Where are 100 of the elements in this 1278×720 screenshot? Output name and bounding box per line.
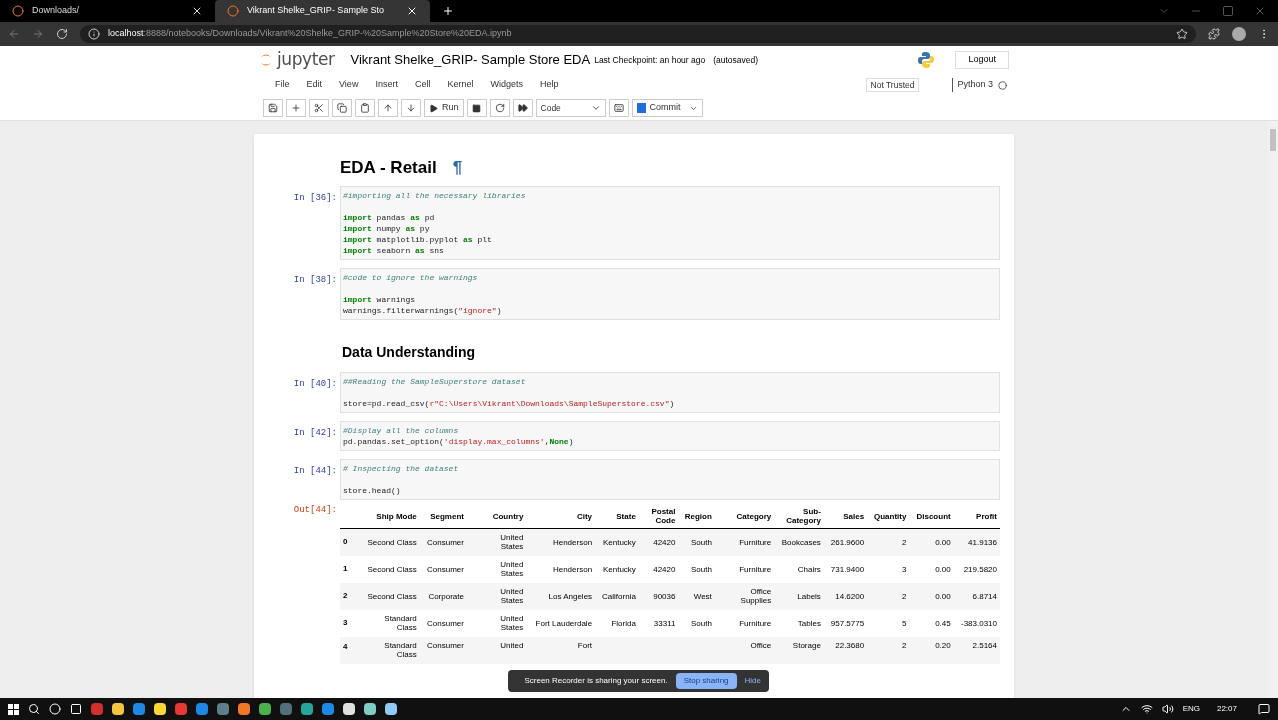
table-cell-text: Second Class [366, 537, 417, 547]
chevron-down-icon [590, 103, 601, 113]
column-header: Quantity [874, 511, 907, 521]
arrow-up-icon [383, 103, 393, 113]
search-icon[interactable] [28, 703, 40, 715]
menu-item[interactable]: Kernel [447, 78, 474, 92]
menu-item[interactable]: Help [539, 78, 559, 92]
taskbar-app-icon[interactable] [364, 703, 376, 715]
input-language[interactable]: ENG [1182, 703, 1200, 715]
hide-button[interactable]: Hide [744, 675, 761, 687]
notebook-title[interactable]: Vikrant Shelke_GRIP- Sample Store EDA [350, 50, 591, 70]
stop-icon [472, 103, 481, 113]
save-button[interactable] [263, 99, 283, 117]
table-cell: Florida [611, 618, 636, 628]
restart-icon [494, 103, 505, 113]
notifications-icon[interactable] [1258, 703, 1270, 715]
jupyter-logo-text[interactable]: jupyter [277, 47, 335, 73]
address-bar[interactable]: localhost:8888/notebooks/Downloads/Vikrant%20Shelke_GRIP-%20Sample%20Store%20EDA.ipynb [80, 25, 1196, 43]
code-line: import seaborn as sns [343, 245, 445, 256]
taskbar-app-icon[interactable] [238, 703, 250, 715]
run-all-button[interactable] [512, 99, 533, 117]
reload-icon[interactable] [56, 28, 68, 40]
autosave-status: (autosaved) [713, 53, 759, 67]
commit-button[interactable]: Commit [631, 99, 703, 117]
url-text: localhost:8888/notebooks/Downloads/Vikrant%20Shelke_GRIP-%20Sample%20Store%20EDA.ipynb [108, 27, 512, 41]
code-line: import pandas as pd [343, 212, 436, 223]
stop-sharing-button[interactable]: Stop sharing [675, 673, 737, 689]
code-cell[interactable]: #importing all the necessary libraries import pandas as pd import numpy as py import matplotlib.pyplot as plt import seaborn as sns [340, 186, 1000, 260]
table-cell-text: United States [499, 614, 524, 632]
logout-button[interactable]: Logout [955, 51, 1009, 69]
keyboard-button[interactable] [608, 99, 629, 117]
table-cell: Bookcases [781, 537, 821, 547]
code-line: import matplotlib.pyplot as plt [343, 234, 493, 245]
add-cell-button[interactable] [286, 99, 306, 117]
menu-item[interactable]: Widgets [490, 78, 523, 92]
restart-button[interactable] [489, 99, 510, 117]
table-cell: Consumer [427, 537, 464, 547]
table-cell: South [690, 537, 712, 547]
extensions-icon[interactable] [1208, 28, 1220, 40]
taskbar-app-icon[interactable] [154, 703, 166, 715]
menu-item[interactable]: View [339, 78, 359, 92]
maximize-icon[interactable] [1222, 5, 1234, 17]
cut-button[interactable] [309, 99, 329, 117]
code-cell[interactable]: ##Reading the SampleSuperstore dataset store=pd.read_csv(r"C:\Users\Vikrant\Downloads\SampleSuperstore.csv") [340, 372, 1000, 413]
code-line: #Display all the columns [343, 425, 460, 436]
code-line: #code to ignore the warnings [343, 272, 479, 283]
stop-button[interactable] [466, 99, 487, 117]
code-cell[interactable]: #Display all the columns pd.pandas.set_option('display.max_columns',None) [340, 421, 1000, 451]
task-view-icon[interactable] [70, 703, 82, 715]
table-cell: 2 [902, 640, 907, 650]
profile-avatar[interactable] [1232, 27, 1246, 41]
close-icon[interactable] [406, 5, 418, 17]
code-line: #importing all the necessary libraries [343, 190, 527, 201]
code-line: store=pd.read_csv(r"C:\Users\Vikrant\Downloads\SampleSuperstore.csv") [343, 398, 676, 409]
taskbar-app-icon[interactable] [385, 703, 397, 715]
scissors-icon [314, 103, 324, 113]
menu-item[interactable]: Edit [306, 78, 323, 92]
taskbar-app-icon[interactable] [259, 703, 271, 715]
wifi-icon[interactable] [1140, 703, 1153, 715]
clock[interactable]: 22:07 [1216, 703, 1237, 715]
table-cell: California [602, 591, 636, 601]
close-icon[interactable] [191, 5, 203, 17]
code-cell[interactable]: # Inspecting the dataset store.head() [340, 459, 1000, 500]
table-cell: Furniture [739, 618, 772, 628]
taskbar-app-icon[interactable] [112, 703, 124, 715]
code-cell[interactable]: #code to ignore the warnings import warnings warnings.filterwarnings("ignore") [340, 268, 1000, 320]
column-header: City [576, 511, 593, 521]
windows-start-icon[interactable] [8, 703, 19, 715]
menu-item[interactable]: File [275, 78, 290, 92]
table-cell: Chairs [797, 564, 821, 574]
input-prompt: In [38]: [292, 274, 338, 287]
cell-type-select[interactable]: Code [535, 99, 606, 117]
column-header: Ship Mode [376, 511, 417, 521]
menu-item[interactable]: Cell [414, 78, 431, 92]
bookmark-icon[interactable] [1176, 28, 1188, 40]
table-cell: 0.20 [935, 640, 951, 650]
column-header: Profit [976, 511, 997, 521]
menu-item[interactable]: Insert [375, 78, 398, 92]
copy-button[interactable] [332, 99, 352, 117]
new-tab-icon[interactable] [442, 5, 454, 17]
taskbar-app-icon[interactable] [301, 703, 313, 715]
column-header: Country [492, 511, 524, 521]
taskbar-app-icon[interactable] [343, 703, 355, 715]
column-header: State [616, 511, 636, 521]
column-header: Category [736, 511, 772, 521]
paste-button[interactable] [355, 99, 375, 117]
table-cell: 33311 [653, 618, 676, 628]
keyboard-icon [613, 103, 624, 113]
browser-tab[interactable]: Vikrant Shelke_GRIP- Sample Sto [215, 0, 430, 22]
table-cell-text: Second Class [366, 564, 417, 574]
kernel-indicator[interactable]: Python 3 [952, 78, 993, 92]
table-cell: 14.6200 [835, 591, 865, 601]
table-cell: Labels [797, 591, 821, 601]
table-cell: 41.9136 [968, 537, 997, 547]
table-cell: 6.8714 [972, 591, 997, 601]
volume-icon[interactable] [1161, 703, 1174, 715]
trust-indicator[interactable]: Not Trusted [865, 77, 920, 93]
anchor-link[interactable]: ¶ [452, 155, 463, 181]
input-prompt: In [36]: [292, 192, 338, 205]
run-button[interactable]: Run [424, 99, 464, 117]
